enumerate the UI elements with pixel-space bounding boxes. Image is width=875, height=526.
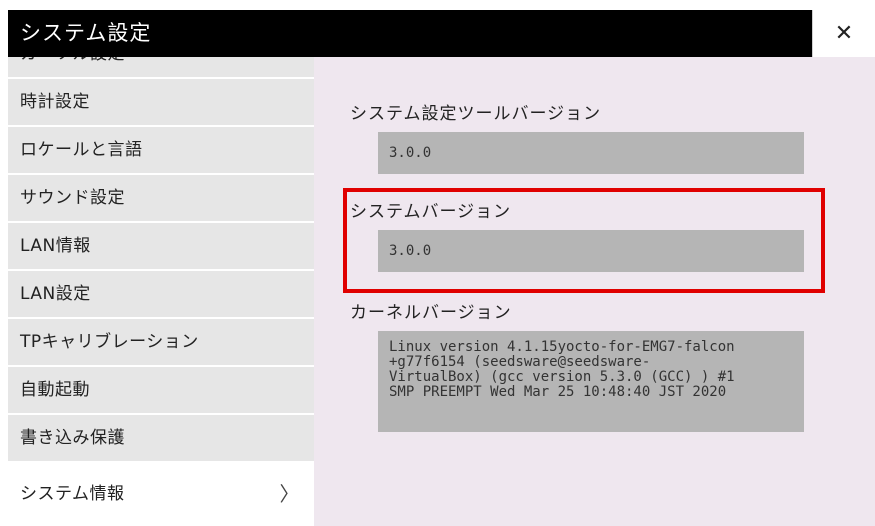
sidebar-item-label: LAN設定 xyxy=(20,284,91,304)
sidebar-item-label: ロケールと言語 xyxy=(20,140,143,160)
sidebar-item-label: LAN情報 xyxy=(20,236,91,256)
sidebar-item-write-protect[interactable]: 書き込み保護 xyxy=(8,415,314,463)
sidebar-item-lan-settings[interactable]: LAN設定 xyxy=(8,271,314,319)
window-title: システム設定 xyxy=(20,21,152,45)
system-version-value: 3.0.0 xyxy=(378,230,804,272)
sidebar-item-autostart[interactable]: 自動起動 xyxy=(8,367,314,415)
sidebar-item-sound-settings[interactable]: サウンド設定 xyxy=(8,175,314,223)
tool-version-label: システム設定ツールバージョン xyxy=(350,104,602,124)
settings-window: システム設定 ✕ カーソル設定 時計設定 ロケールと言語 サウンド設定 LAN情… xyxy=(8,10,875,526)
sidebar-item-label: 自動起動 xyxy=(20,380,90,400)
sidebar-item-tp-calibration[interactable]: TPキャリブレーション xyxy=(8,319,314,367)
sidebar-item-lan-info[interactable]: LAN情報 xyxy=(8,223,314,271)
tool-version-value: 3.0.0 xyxy=(378,132,804,174)
sidebar-item-label: 書き込み保護 xyxy=(20,428,125,448)
title-bar: システム設定 ✕ xyxy=(8,10,875,57)
system-info-panel: システム設定ツールバージョン 3.0.0 システムバージョン 3.0.0 カーネ… xyxy=(314,57,875,526)
kernel-version-value: Linux version 4.1.15yocto-for-EMG7-falco… xyxy=(378,331,804,432)
sidebar-item-system-info[interactable]: システム情報 〉 xyxy=(8,463,314,526)
close-button[interactable]: ✕ xyxy=(812,10,875,57)
sidebar-item-label: システム情報 xyxy=(20,484,125,504)
sidebar-item-cursor-settings[interactable]: カーソル設定 xyxy=(8,57,314,79)
system-version-label: システムバージョン xyxy=(350,202,512,222)
sidebar: カーソル設定 時計設定 ロケールと言語 サウンド設定 LAN情報 LAN設定 T… xyxy=(8,57,314,526)
sidebar-item-label: カーソル設定 xyxy=(20,57,125,77)
close-icon: ✕ xyxy=(834,21,854,46)
sidebar-item-clock-settings[interactable]: 時計設定 xyxy=(8,79,314,127)
sidebar-item-label: TPキャリブレーション xyxy=(20,332,199,352)
chevron-right-icon: 〉 xyxy=(279,482,300,506)
sidebar-item-label: 時計設定 xyxy=(20,92,90,112)
kernel-version-label: カーネルバージョン xyxy=(350,303,512,323)
sidebar-item-locale-language[interactable]: ロケールと言語 xyxy=(8,127,314,175)
sidebar-item-label: サウンド設定 xyxy=(20,188,125,208)
